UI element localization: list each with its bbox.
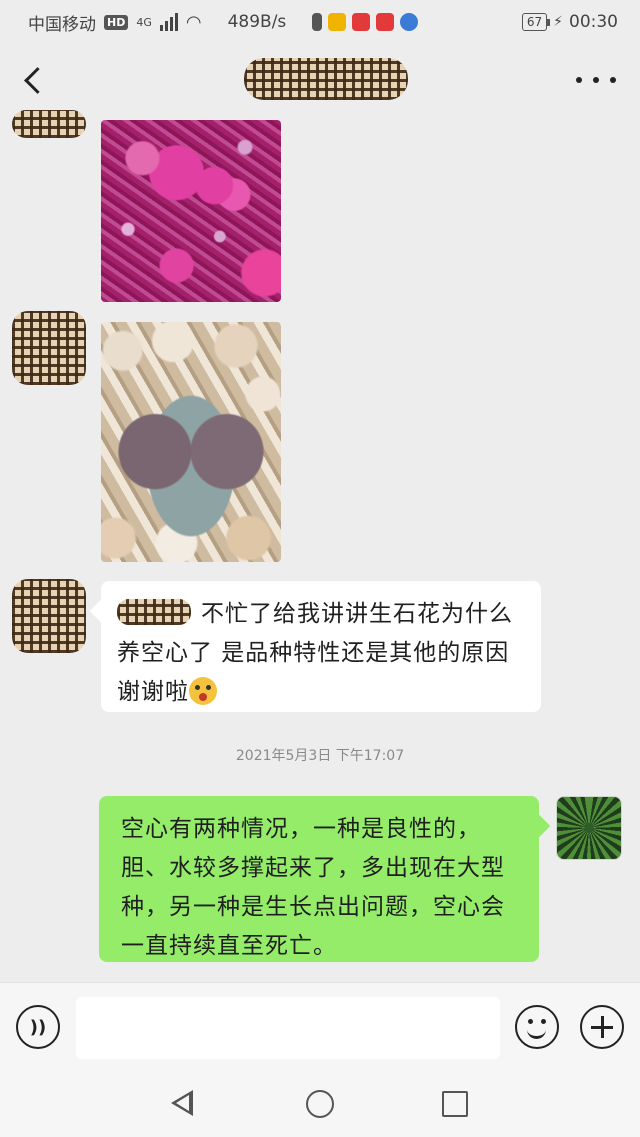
contact-avatar[interactable]	[12, 579, 86, 653]
message-timestamp: 2021年5月3日 下午17:07	[235, 748, 405, 764]
charging-icon: ⚡	[553, 14, 563, 30]
image-message-pink-lithops[interactable]	[101, 120, 281, 302]
my-avatar[interactable]	[556, 796, 622, 860]
mention-redacted	[117, 599, 191, 625]
system-nav-bar	[0, 1074, 640, 1137]
incoming-message-bubble[interactable]: 不忙了给我讲讲生石花为什么养空心了 是品种特性还是其他的原因 谢谢啦	[101, 581, 541, 712]
nav-recents-icon[interactable]	[442, 1091, 468, 1117]
signal-icon	[159, 13, 178, 31]
emoji-icon	[189, 677, 217, 705]
music-icon	[400, 13, 419, 31]
message-input[interactable]	[76, 997, 500, 1059]
plus-icon[interactable]	[580, 1005, 624, 1049]
battery-icon: 67	[521, 13, 551, 31]
emoji-icon[interactable]	[515, 1005, 559, 1049]
more-dots-icon[interactable]	[576, 68, 616, 92]
status-bar: 中国移动 HD 4G ◠ 489B/s 67 ⚡ 00:30	[0, 0, 640, 44]
network-speed: 489B/s	[227, 12, 287, 32]
voice-icon[interactable]: ))	[16, 1005, 60, 1049]
image-message-lithops[interactable]	[101, 322, 281, 562]
mail-icon	[328, 13, 347, 31]
battery-level: 67	[526, 15, 543, 29]
chat-title-redacted	[244, 58, 408, 100]
nav-back-icon[interactable]	[171, 1090, 193, 1116]
sim-alert-icon	[312, 13, 323, 31]
nav-home-icon[interactable]	[306, 1090, 334, 1118]
carrier-label: 中国移动	[28, 14, 96, 35]
network-type-label: 4G	[136, 15, 152, 29]
hd-badge: HD	[104, 14, 129, 30]
chevron-left-icon[interactable]	[18, 62, 58, 102]
input-bar: ))	[0, 982, 640, 1074]
clock: 00:30	[569, 12, 618, 32]
app-icon	[376, 13, 395, 31]
app-icon	[352, 13, 371, 31]
outgoing-message-text: 空心有两种情况，一种是良性的，胆、水较多撑起来了，多出现在大型种，另一种是生长点…	[121, 816, 505, 959]
wifi-icon: ◠	[185, 11, 202, 33]
contact-avatar[interactable]	[12, 110, 86, 138]
outgoing-message-bubble[interactable]: 空心有两种情况，一种是良性的，胆、水较多撑起来了，多出现在大型种，另一种是生长点…	[99, 796, 539, 962]
chat-header	[0, 52, 640, 112]
contact-avatar[interactable]	[12, 311, 86, 385]
